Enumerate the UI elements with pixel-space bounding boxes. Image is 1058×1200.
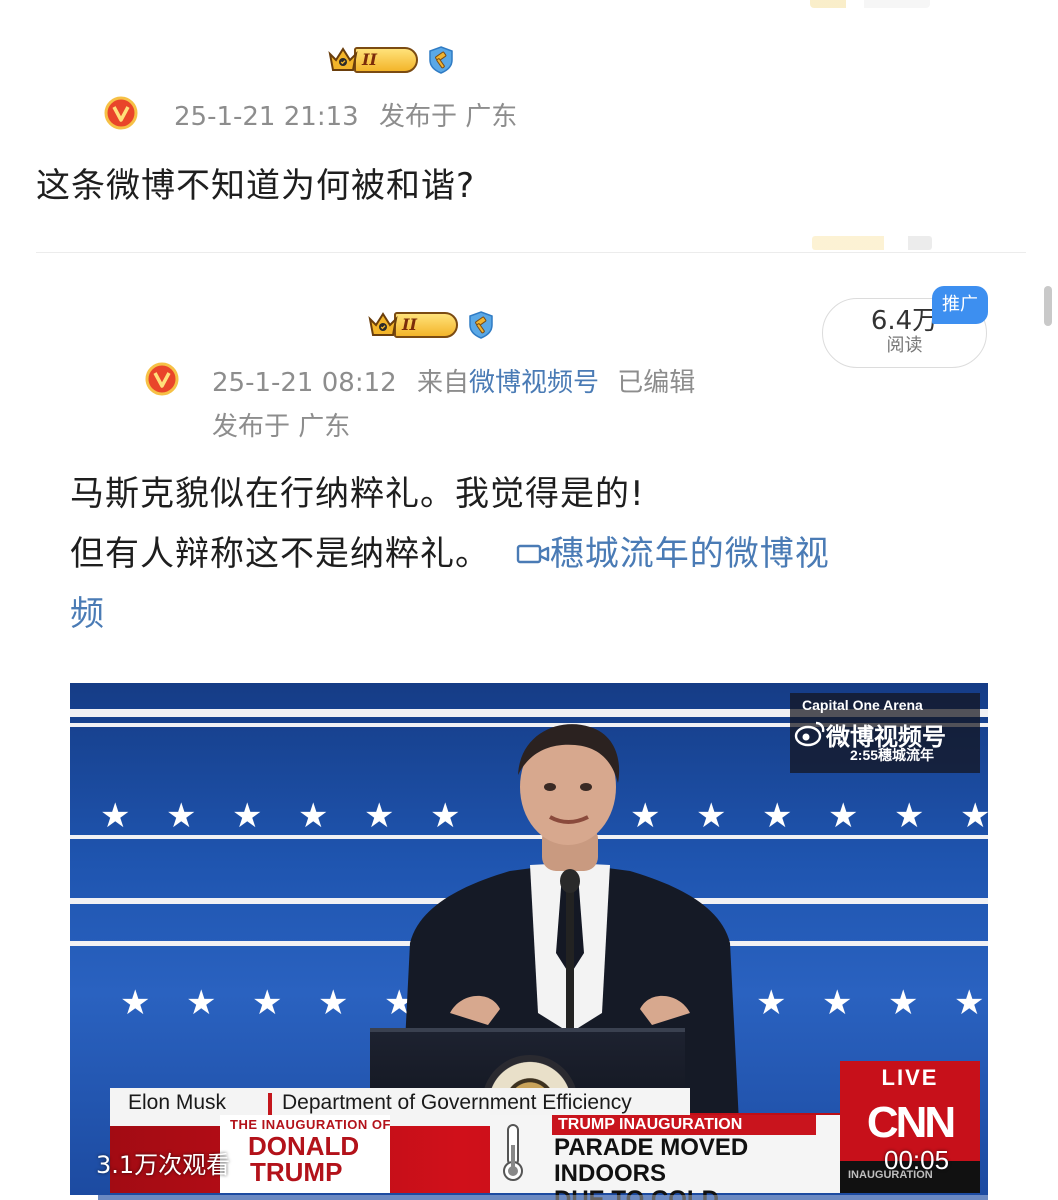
watermark-time: 2:55穗城流年 bbox=[850, 745, 934, 765]
post-timestamp: 25-1-21 08:12 bbox=[212, 368, 397, 398]
trump-text: TRUMP bbox=[250, 1157, 343, 1187]
view-count: 3.1万次观看 bbox=[96, 1151, 231, 1179]
post-text: 马斯克貌似在行纳粹礼。我觉得是的! 但有人辩称这不是纳粹礼。 穗城流年的微博视 … bbox=[70, 464, 990, 644]
user-avatar[interactable] bbox=[104, 96, 138, 134]
promote-button[interactable]: 推广 bbox=[932, 286, 988, 324]
source-prefix: 来自 bbox=[416, 368, 469, 398]
cnn-logo: CNN bbox=[866, 1098, 956, 1147]
video-camera-icon bbox=[516, 544, 550, 564]
level-label: II bbox=[394, 312, 458, 338]
video-player[interactable]: ★ ★ ★ ★ ★ ★ ★ ★ ★ ★ ★ ★ ★ ★ ★ ★ ★ ★ ★ ★ … bbox=[70, 683, 988, 1200]
video-duration: 00:05 bbox=[884, 1145, 950, 1175]
scrollbar[interactable] bbox=[1044, 286, 1052, 326]
level-label: II bbox=[354, 47, 418, 73]
read-label: 阅读 bbox=[886, 335, 923, 356]
headline-line: PARADE MOVED INDOORS bbox=[554, 1134, 749, 1187]
video-link-text[interactable]: 穗城流年的微博视 bbox=[550, 534, 830, 574]
hammer-shield-icon bbox=[469, 311, 493, 339]
video-link-text[interactable]: 频 bbox=[70, 584, 990, 644]
source-link[interactable]: 微博视频号 bbox=[469, 368, 599, 398]
post-divider bbox=[36, 252, 1026, 253]
crown-icon bbox=[328, 47, 358, 71]
name-separator bbox=[268, 1093, 272, 1117]
post-text: 这条微博不知道为何被和谐? bbox=[36, 166, 476, 206]
donald-text: DONALD bbox=[248, 1131, 360, 1161]
watermark-time-value: 2:55 bbox=[850, 747, 879, 763]
post-location: 发布于 广东 bbox=[212, 412, 351, 442]
hammer-shield-icon bbox=[429, 46, 453, 74]
post-text-segment: 但有人辩称这不是纳粹礼。 bbox=[70, 534, 490, 574]
live-label: LIVE bbox=[881, 1065, 939, 1090]
speaker-title: Department of Government Efficiency bbox=[282, 1091, 632, 1114]
progress-fill bbox=[70, 1195, 98, 1200]
truncated-badge-remnant bbox=[812, 236, 932, 250]
post-meta: 25-1-21 21:13 发布于 广东 bbox=[174, 96, 517, 133]
watermark-user: 穗城流年 bbox=[878, 747, 935, 763]
truncated-header-remnant bbox=[810, 0, 930, 8]
verified-v-icon bbox=[145, 362, 179, 396]
post-text-line: 马斯克貌似在行纳粹礼。我觉得是的! bbox=[70, 474, 645, 514]
edited-label[interactable]: 已编辑 bbox=[617, 368, 695, 398]
weibo-logo-icon bbox=[794, 721, 825, 747]
post-location: 发布于 广东 bbox=[378, 102, 518, 132]
video-link[interactable]: 穗城流年的微博视 bbox=[516, 534, 830, 574]
user-avatar[interactable] bbox=[145, 362, 179, 400]
inauguration-small-text: THE INAUGURATION OF bbox=[230, 1117, 391, 1132]
thermometer-icon bbox=[503, 1124, 523, 1181]
progress-track[interactable] bbox=[70, 1195, 988, 1200]
speaker-name: Elon Musk bbox=[128, 1091, 227, 1114]
post-timestamp: 25-1-21 21:13 bbox=[174, 102, 359, 132]
headline-kicker: TRUMP INAUGURATION bbox=[552, 1115, 816, 1135]
user-level-badge[interactable]: II bbox=[368, 309, 496, 341]
user-level-badge[interactable]: II bbox=[328, 44, 456, 76]
headline: PARADE MOVED INDOORS DUE TO COLD bbox=[554, 1135, 834, 1200]
arena-label: Capital One Arena bbox=[802, 697, 923, 713]
crown-icon bbox=[368, 312, 398, 336]
post-meta: 25-1-21 08:12 来自微博视频号 已编辑 bbox=[212, 362, 695, 399]
post-text-line: 但有人辩称这不是纳粹礼。 穗城流年的微博视 bbox=[70, 524, 990, 584]
verified-v-icon bbox=[104, 96, 138, 130]
